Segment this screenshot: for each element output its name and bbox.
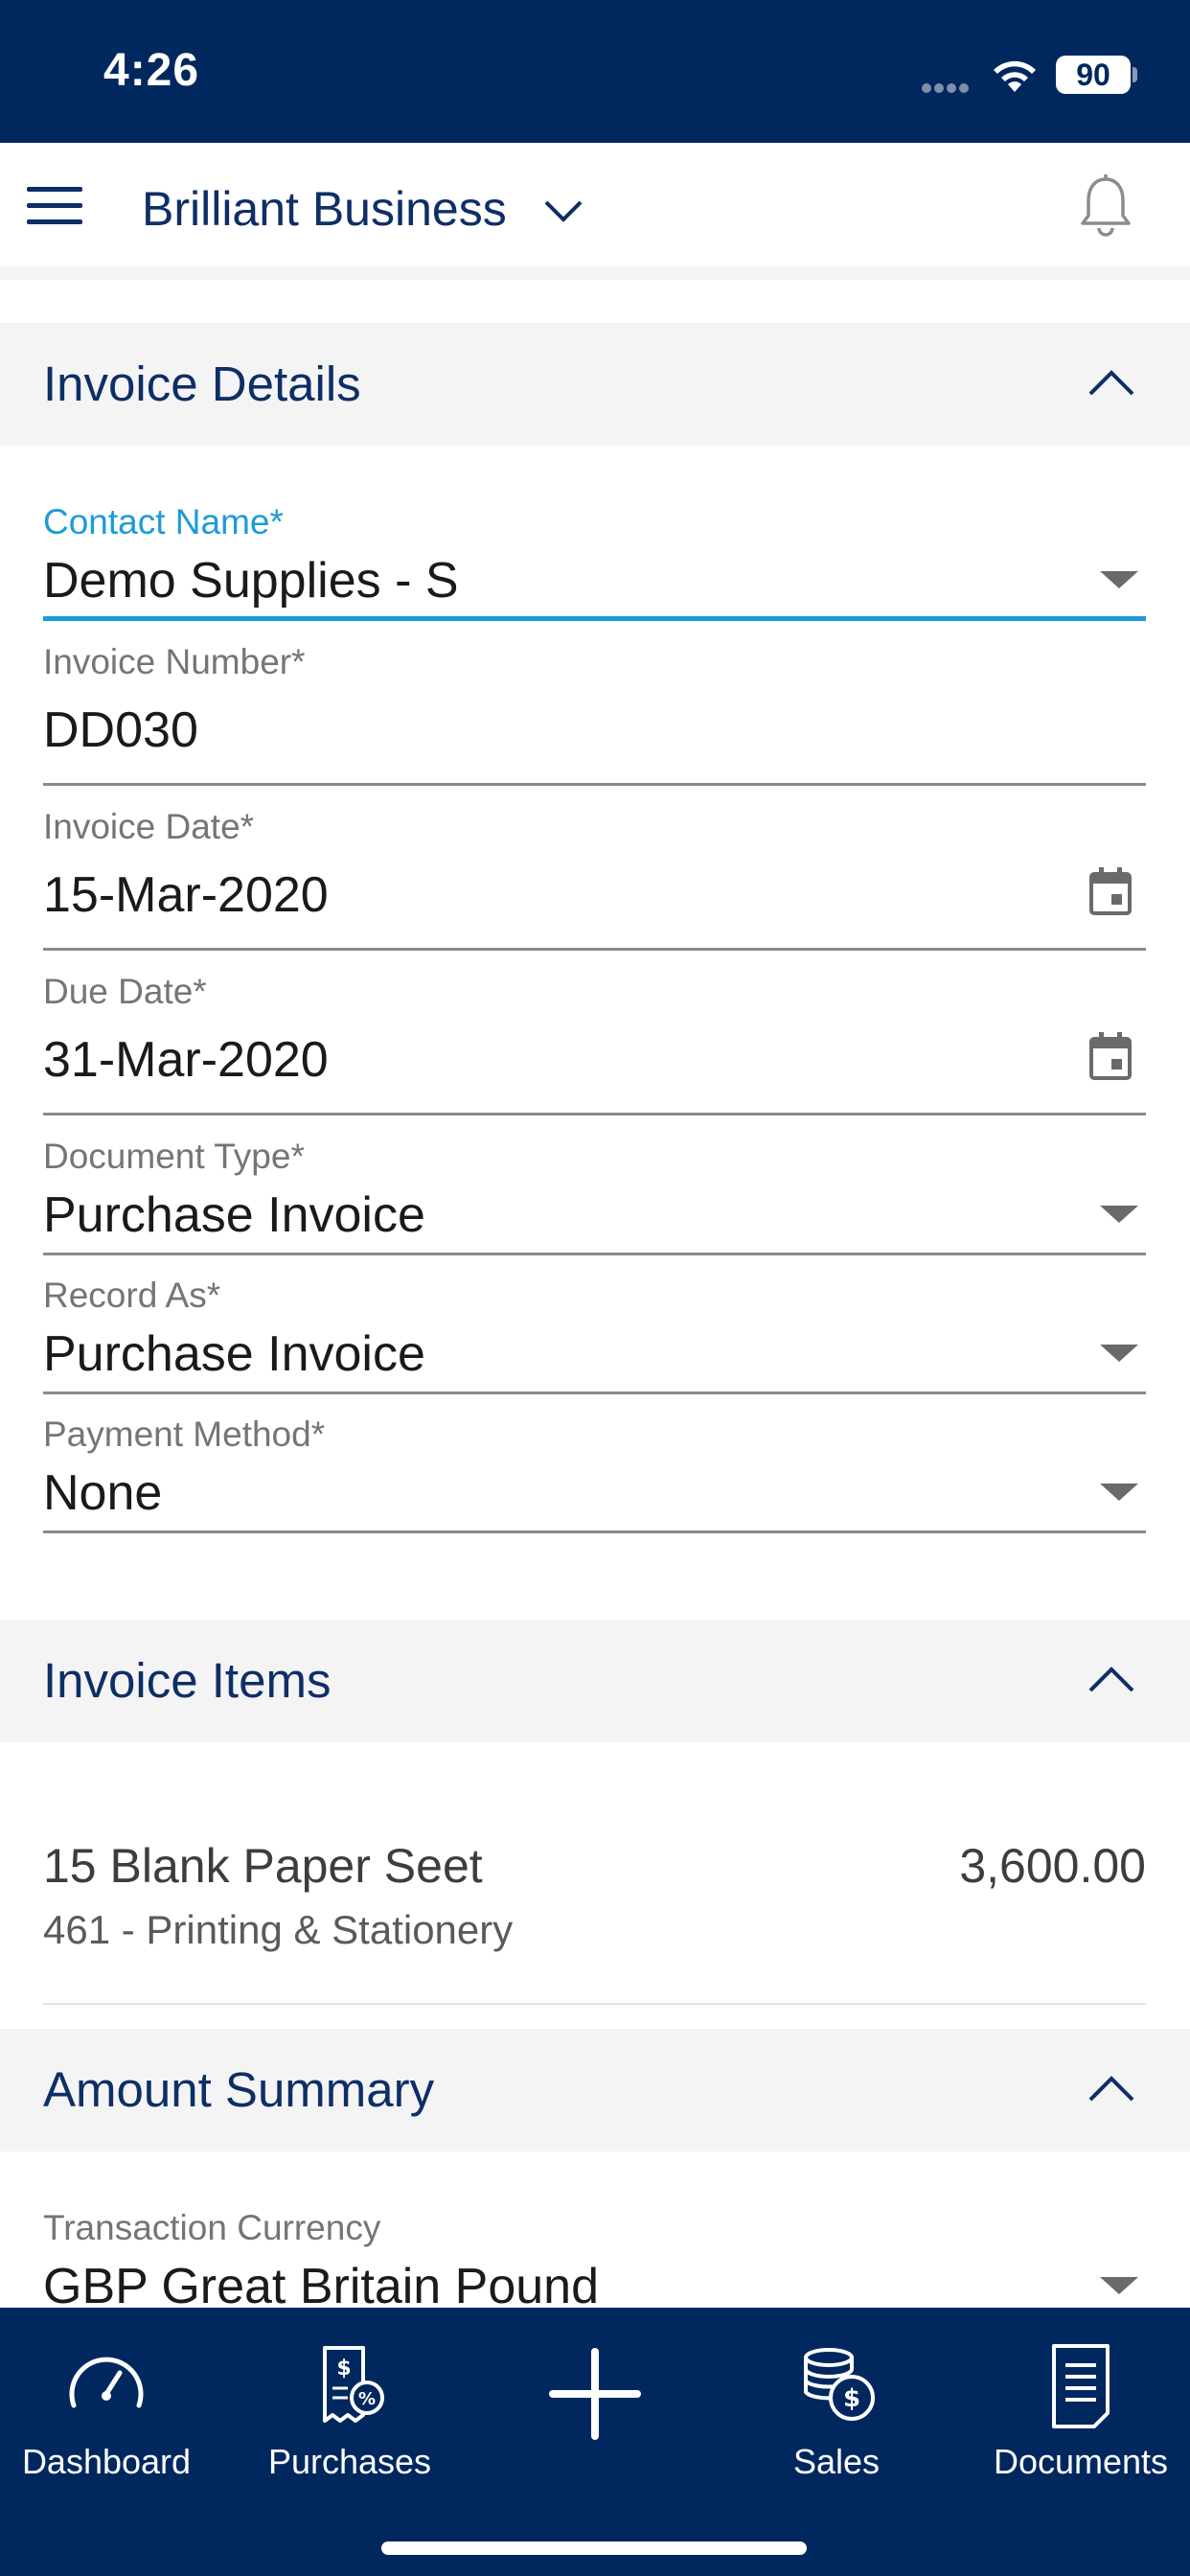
speedometer-icon [69, 2357, 144, 2408]
calendar-icon[interactable] [1088, 1031, 1133, 1081]
payment-method-value: None [43, 1465, 163, 1521]
plus-icon [549, 2348, 641, 2440]
bell-icon[interactable] [1077, 173, 1134, 239]
business-selector[interactable]: Brilliant Business [142, 181, 507, 237]
item-account: 461 - Printing & Stationery [43, 1907, 514, 1952]
invoice-details-header[interactable]: Invoice Details [0, 323, 1190, 446]
bottom-nav: Dashboard $ % Purchases $ Sales Document… [0, 2308, 1190, 2576]
amount-summary-header[interactable]: Amount Summary [0, 2029, 1190, 2151]
due-date-label: Due Date* [43, 972, 207, 1011]
invoice-number-label: Invoice Number* [43, 642, 306, 681]
wifi-icon [994, 60, 1036, 92]
home-indicator[interactable] [381, 2542, 807, 2555]
record-as-label: Record As* [43, 1276, 221, 1315]
chevron-up-icon[interactable] [1087, 365, 1136, 400]
payment-method-field[interactable]: Payment Method* None [43, 1411, 1146, 1533]
section-title: Amount Summary [43, 2062, 435, 2117]
nav-label: Dashboard [21, 2442, 192, 2481]
payment-method-label: Payment Method* [43, 1414, 326, 1454]
dropdown-arrow-icon[interactable] [1100, 1484, 1138, 1501]
receipt-percent-icon: $ % [323, 2346, 384, 2423]
battery-level: 90 [1056, 56, 1131, 94]
chevron-down-icon[interactable] [542, 196, 584, 225]
coins-dollar-icon: $ [804, 2348, 875, 2421]
calendar-icon[interactable] [1088, 866, 1133, 916]
dropdown-arrow-icon[interactable] [1100, 1345, 1138, 1362]
dropdown-arrow-icon[interactable] [1100, 2277, 1138, 2294]
item-name: 15 Blank Paper Seet [43, 1839, 483, 1893]
invoice-date-value[interactable]: 15-Mar-2020 [43, 866, 329, 924]
record-as-field[interactable]: Record As* Purchase Invoice [43, 1272, 1146, 1394]
due-date-value[interactable]: 31-Mar-2020 [43, 1031, 329, 1089]
battery-tip [1133, 67, 1137, 82]
invoice-number-input[interactable]: DD030 [43, 702, 198, 759]
chevron-up-icon[interactable] [1087, 1662, 1136, 1696]
transaction-currency-value: GBP Great Britain Pound [43, 2259, 600, 2314]
chevron-up-icon[interactable] [1087, 2071, 1136, 2105]
app-header: Brilliant Business [0, 143, 1190, 269]
menu-icon[interactable] [27, 187, 82, 225]
nav-purchases[interactable]: $ % Purchases [231, 2329, 469, 2492]
dropdown-arrow-icon[interactable] [1100, 571, 1138, 588]
transaction-currency-label: Transaction Currency [43, 2208, 381, 2247]
nav-add[interactable] [476, 2329, 714, 2492]
contact-name-field[interactable]: Contact Name* Demo Supplies - S [43, 498, 1146, 621]
section-title: Invoice Details [43, 356, 361, 411]
invoice-date-label: Invoice Date* [43, 807, 255, 846]
svg-text:$: $ [843, 2384, 860, 2413]
nav-label: Sales [792, 2442, 881, 2481]
divider [43, 2003, 1146, 2005]
due-date-field[interactable]: Due Date* 31-Mar-2020 [43, 968, 1146, 1116]
svg-text:%: % [358, 2389, 376, 2409]
nav-sales[interactable]: $ Sales [718, 2329, 955, 2492]
status-time: 4:26 [103, 45, 200, 96]
nav-label: Purchases [267, 2442, 432, 2481]
status-bar: 4:26 90 [0, 0, 1190, 143]
cellular-signal-icon [922, 80, 975, 93]
nav-label: Documents [993, 2442, 1169, 2481]
invoice-number-field[interactable]: Invoice Number* DD030 [43, 638, 1146, 786]
svg-text:$: $ [336, 2357, 351, 2380]
nav-documents[interactable]: Documents [962, 2329, 1190, 2492]
document-type-field[interactable]: Document Type* Purchase Invoice [43, 1133, 1146, 1255]
contact-name-value: Demo Supplies - S [43, 553, 459, 609]
invoice-items-header[interactable]: Invoice Items [0, 1620, 1190, 1742]
document-type-value: Purchase Invoice [43, 1187, 425, 1243]
dropdown-arrow-icon[interactable] [1100, 1206, 1138, 1223]
header-divider [0, 266, 1190, 280]
nav-dashboard[interactable]: Dashboard [0, 2329, 225, 2492]
section-title: Invoice Items [43, 1653, 332, 1708]
document-type-label: Document Type* [43, 1137, 305, 1176]
invoice-date-field[interactable]: Invoice Date* 15-Mar-2020 [43, 803, 1146, 951]
contact-name-label: Contact Name* [43, 502, 284, 541]
document-icon [1052, 2344, 1110, 2428]
record-as-value: Purchase Invoice [43, 1326, 425, 1382]
item-amount: 3,600.00 [959, 1839, 1146, 1893]
